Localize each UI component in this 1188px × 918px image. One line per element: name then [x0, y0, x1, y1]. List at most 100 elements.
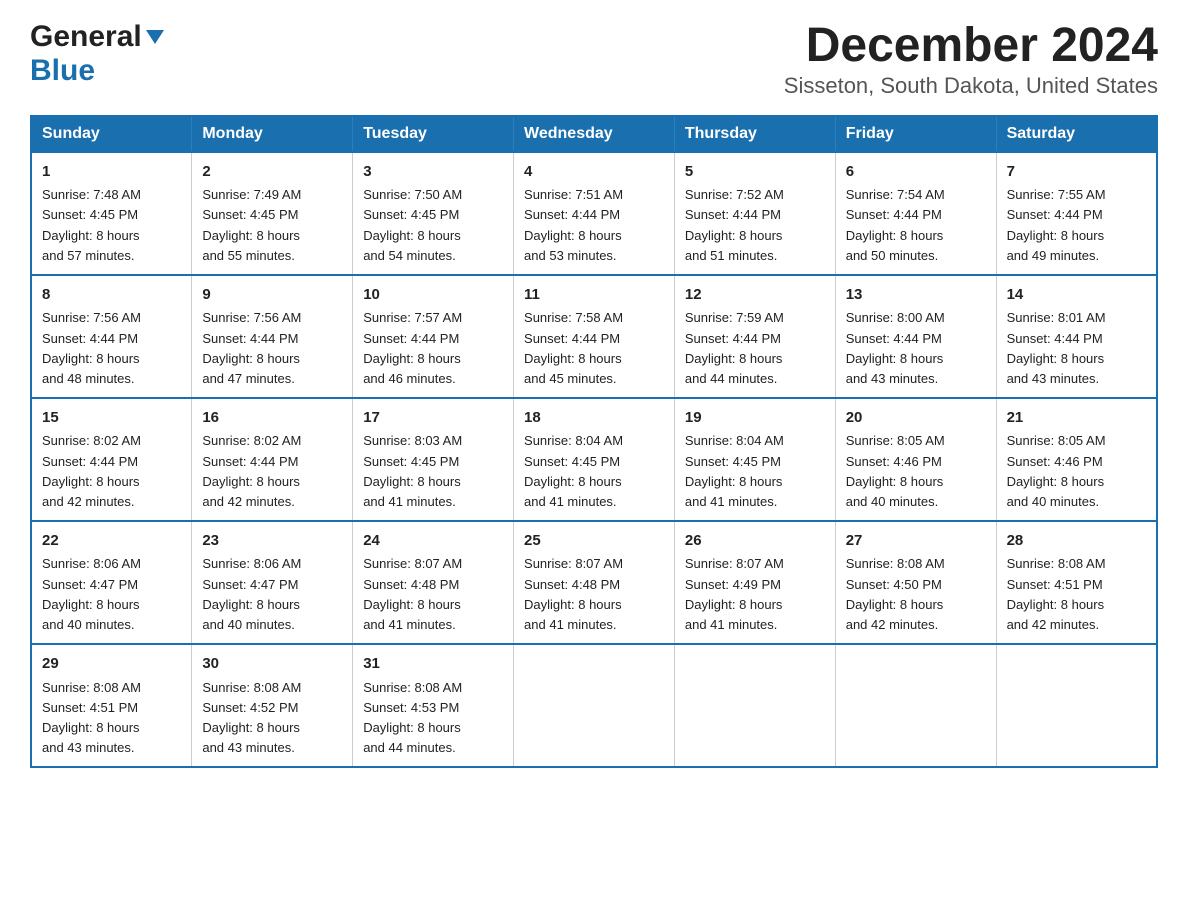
day-info: Sunrise: 8:08 AMSunset: 4:51 PMDaylight:… [42, 678, 181, 759]
day-info: Sunrise: 8:04 AMSunset: 4:45 PMDaylight:… [524, 431, 664, 512]
day-number: 20 [846, 407, 986, 430]
day-cell: 20Sunrise: 8:05 AMSunset: 4:46 PMDayligh… [835, 398, 996, 521]
day-cell: 10Sunrise: 7:57 AMSunset: 4:44 PMDayligh… [353, 275, 514, 398]
day-number: 8 [42, 284, 181, 307]
logo-triangle-icon [146, 30, 164, 49]
day-cell: 11Sunrise: 7:58 AMSunset: 4:44 PMDayligh… [514, 275, 675, 398]
day-cell: 1Sunrise: 7:48 AMSunset: 4:45 PMDaylight… [31, 152, 192, 275]
day-info: Sunrise: 8:08 AMSunset: 4:53 PMDaylight:… [363, 678, 503, 759]
day-cell: 15Sunrise: 8:02 AMSunset: 4:44 PMDayligh… [31, 398, 192, 521]
day-number: 22 [42, 530, 181, 553]
day-cell: 7Sunrise: 7:55 AMSunset: 4:44 PMDaylight… [996, 152, 1157, 275]
day-cell [996, 644, 1157, 767]
day-cell [674, 644, 835, 767]
day-info: Sunrise: 7:57 AMSunset: 4:44 PMDaylight:… [363, 308, 503, 389]
day-info: Sunrise: 8:07 AMSunset: 4:49 PMDaylight:… [685, 554, 825, 635]
day-number: 4 [524, 161, 664, 184]
day-number: 23 [202, 530, 342, 553]
day-cell: 5Sunrise: 7:52 AMSunset: 4:44 PMDaylight… [674, 152, 835, 275]
day-number: 11 [524, 284, 664, 307]
day-cell: 25Sunrise: 8:07 AMSunset: 4:48 PMDayligh… [514, 521, 675, 644]
day-cell: 24Sunrise: 8:07 AMSunset: 4:48 PMDayligh… [353, 521, 514, 644]
calendar-body: 1Sunrise: 7:48 AMSunset: 4:45 PMDaylight… [31, 152, 1157, 767]
day-number: 18 [524, 407, 664, 430]
day-number: 24 [363, 530, 503, 553]
day-cell: 8Sunrise: 7:56 AMSunset: 4:44 PMDaylight… [31, 275, 192, 398]
day-info: Sunrise: 8:08 AMSunset: 4:52 PMDaylight:… [202, 678, 342, 759]
day-cell: 2Sunrise: 7:49 AMSunset: 4:45 PMDaylight… [192, 152, 353, 275]
calendar-table: SundayMondayTuesdayWednesdayThursdayFrid… [30, 115, 1158, 768]
page-subtitle: Sisseton, South Dakota, United States [784, 73, 1158, 99]
day-cell: 22Sunrise: 8:06 AMSunset: 4:47 PMDayligh… [31, 521, 192, 644]
day-cell [514, 644, 675, 767]
day-info: Sunrise: 7:48 AMSunset: 4:45 PMDaylight:… [42, 185, 181, 266]
day-cell: 17Sunrise: 8:03 AMSunset: 4:45 PMDayligh… [353, 398, 514, 521]
day-cell: 9Sunrise: 7:56 AMSunset: 4:44 PMDaylight… [192, 275, 353, 398]
day-info: Sunrise: 7:52 AMSunset: 4:44 PMDaylight:… [685, 185, 825, 266]
day-info: Sunrise: 8:07 AMSunset: 4:48 PMDaylight:… [363, 554, 503, 635]
day-number: 1 [42, 161, 181, 184]
page-title: December 2024 [784, 20, 1158, 73]
day-info: Sunrise: 7:56 AMSunset: 4:44 PMDaylight:… [202, 308, 342, 389]
day-info: Sunrise: 7:49 AMSunset: 4:45 PMDaylight:… [202, 185, 342, 266]
day-header-wednesday: Wednesday [514, 116, 675, 152]
day-cell: 13Sunrise: 8:00 AMSunset: 4:44 PMDayligh… [835, 275, 996, 398]
day-info: Sunrise: 8:00 AMSunset: 4:44 PMDaylight:… [846, 308, 986, 389]
logo: General Blue [30, 20, 164, 88]
day-info: Sunrise: 8:04 AMSunset: 4:45 PMDaylight:… [685, 431, 825, 512]
day-number: 31 [363, 653, 503, 676]
day-number: 15 [42, 407, 181, 430]
day-info: Sunrise: 8:01 AMSunset: 4:44 PMDaylight:… [1007, 308, 1146, 389]
day-header-sunday: Sunday [31, 116, 192, 152]
day-number: 21 [1007, 407, 1146, 430]
day-number: 12 [685, 284, 825, 307]
day-cell: 31Sunrise: 8:08 AMSunset: 4:53 PMDayligh… [353, 644, 514, 767]
day-info: Sunrise: 8:02 AMSunset: 4:44 PMDaylight:… [202, 431, 342, 512]
title-area: December 2024 Sisseton, South Dakota, Un… [784, 20, 1158, 99]
day-info: Sunrise: 8:03 AMSunset: 4:45 PMDaylight:… [363, 431, 503, 512]
day-info: Sunrise: 8:02 AMSunset: 4:44 PMDaylight:… [42, 431, 181, 512]
day-cell: 6Sunrise: 7:54 AMSunset: 4:44 PMDaylight… [835, 152, 996, 275]
day-cell: 21Sunrise: 8:05 AMSunset: 4:46 PMDayligh… [996, 398, 1157, 521]
day-info: Sunrise: 7:50 AMSunset: 4:45 PMDaylight:… [363, 185, 503, 266]
day-number: 6 [846, 161, 986, 184]
week-row-2: 8Sunrise: 7:56 AMSunset: 4:44 PMDaylight… [31, 275, 1157, 398]
days-of-week-row: SundayMondayTuesdayWednesdayThursdayFrid… [31, 116, 1157, 152]
day-info: Sunrise: 8:06 AMSunset: 4:47 PMDaylight:… [202, 554, 342, 635]
week-row-5: 29Sunrise: 8:08 AMSunset: 4:51 PMDayligh… [31, 644, 1157, 767]
day-number: 10 [363, 284, 503, 307]
week-row-3: 15Sunrise: 8:02 AMSunset: 4:44 PMDayligh… [31, 398, 1157, 521]
day-info: Sunrise: 8:07 AMSunset: 4:48 PMDaylight:… [524, 554, 664, 635]
day-number: 13 [846, 284, 986, 307]
day-cell: 18Sunrise: 8:04 AMSunset: 4:45 PMDayligh… [514, 398, 675, 521]
day-header-tuesday: Tuesday [353, 116, 514, 152]
day-cell [835, 644, 996, 767]
calendar-header: SundayMondayTuesdayWednesdayThursdayFrid… [31, 116, 1157, 152]
day-number: 28 [1007, 530, 1146, 553]
day-cell: 23Sunrise: 8:06 AMSunset: 4:47 PMDayligh… [192, 521, 353, 644]
day-number: 9 [202, 284, 342, 307]
day-number: 7 [1007, 161, 1146, 184]
day-cell: 12Sunrise: 7:59 AMSunset: 4:44 PMDayligh… [674, 275, 835, 398]
day-number: 16 [202, 407, 342, 430]
logo-blue-text: Blue [30, 54, 95, 87]
day-cell: 26Sunrise: 8:07 AMSunset: 4:49 PMDayligh… [674, 521, 835, 644]
day-info: Sunrise: 8:05 AMSunset: 4:46 PMDaylight:… [1007, 431, 1146, 512]
day-info: Sunrise: 8:06 AMSunset: 4:47 PMDaylight:… [42, 554, 181, 635]
day-info: Sunrise: 8:08 AMSunset: 4:50 PMDaylight:… [846, 554, 986, 635]
day-number: 19 [685, 407, 825, 430]
day-info: Sunrise: 7:56 AMSunset: 4:44 PMDaylight:… [42, 308, 181, 389]
day-number: 5 [685, 161, 825, 184]
day-number: 3 [363, 161, 503, 184]
day-cell: 4Sunrise: 7:51 AMSunset: 4:44 PMDaylight… [514, 152, 675, 275]
day-header-monday: Monday [192, 116, 353, 152]
day-number: 25 [524, 530, 664, 553]
day-info: Sunrise: 7:54 AMSunset: 4:44 PMDaylight:… [846, 185, 986, 266]
day-cell: 29Sunrise: 8:08 AMSunset: 4:51 PMDayligh… [31, 644, 192, 767]
day-header-saturday: Saturday [996, 116, 1157, 152]
day-cell: 30Sunrise: 8:08 AMSunset: 4:52 PMDayligh… [192, 644, 353, 767]
day-number: 14 [1007, 284, 1146, 307]
day-info: Sunrise: 7:59 AMSunset: 4:44 PMDaylight:… [685, 308, 825, 389]
day-number: 29 [42, 653, 181, 676]
day-cell: 3Sunrise: 7:50 AMSunset: 4:45 PMDaylight… [353, 152, 514, 275]
